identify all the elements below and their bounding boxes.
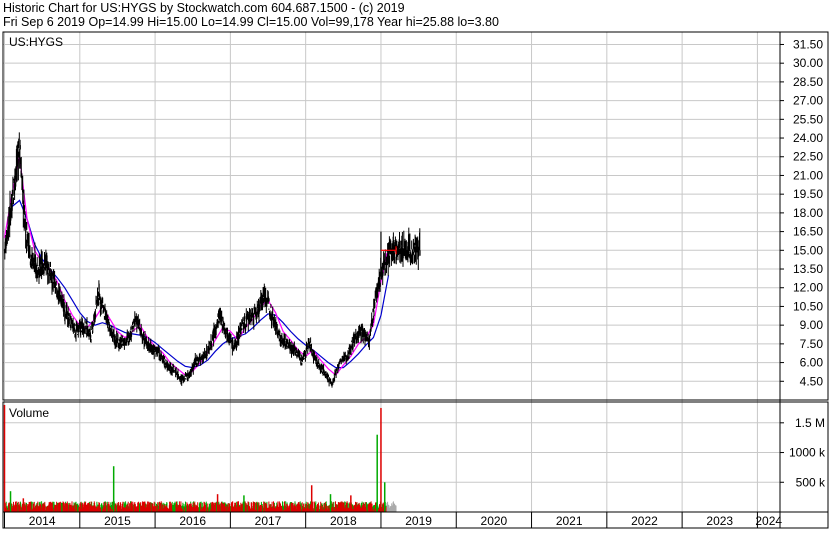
price-tick-label: 15.00 [793, 243, 823, 257]
moving-average-short-line [3, 156, 388, 376]
year-tick-label: 2023 [706, 514, 733, 528]
price-tick-label: 25.50 [793, 112, 823, 126]
price-tick-label: 10.50 [793, 299, 823, 313]
chart-frame [2, 31, 829, 529]
moving-average-short [3, 156, 388, 376]
price-tick-label: 31.50 [793, 37, 823, 51]
moving-average-long [11, 199, 390, 369]
price-tick-label: 24.00 [793, 131, 823, 145]
price-tick-label: 4.50 [800, 374, 824, 388]
year-tick-label: 2019 [405, 514, 432, 528]
axis-labels: 4.50 6.00 7.50 9.00 10.50 12.00 13.50 15.00 16.5… [9, 35, 826, 528]
volume-bars-recent [386, 501, 397, 512]
price-bars [4, 132, 421, 388]
price-tick-label: 19.50 [793, 187, 823, 201]
year-tick-label: 2014 [29, 514, 56, 528]
volume-tick-label: 500 k [796, 475, 826, 489]
price-series [4, 132, 421, 388]
year-tick-label: 2015 [104, 514, 131, 528]
year-tick-label: 2022 [631, 514, 658, 528]
price-tick-label: 6.00 [800, 356, 824, 370]
year-tick-label: 2021 [556, 514, 583, 528]
price-tick-label: 9.00 [800, 318, 824, 332]
price-tick-label: 30.00 [793, 56, 823, 70]
price-tick-label: 16.50 [793, 225, 823, 239]
price-tick-label: 12.00 [793, 281, 823, 295]
price-tick-label: 27.00 [793, 94, 823, 108]
price-tick-label: 22.50 [793, 150, 823, 164]
year-tick-label: 2016 [179, 514, 206, 528]
moving-average-long-line [11, 199, 390, 369]
price-tick-label: 7.50 [800, 337, 824, 351]
chart-grid [3, 32, 784, 528]
volume-tick-label: 1.5 M [795, 416, 825, 430]
volume-bars [3, 404, 397, 512]
year-tick-label: 2024 [755, 514, 782, 528]
price-tick-label: 18.00 [793, 206, 823, 220]
year-tick-label: 2020 [481, 514, 508, 528]
price-tick-label: 13.50 [793, 262, 823, 276]
price-tick-label: 28.50 [793, 75, 823, 89]
price-panel-title: US:HYGS [9, 35, 63, 49]
year-tick-label: 2017 [255, 514, 282, 528]
volume-tick-label: 1000 k [789, 446, 826, 460]
stock-chart: 4.50 6.00 7.50 9.00 10.50 12.00 13.50 15.00 16.5… [2, 31, 829, 529]
volume-panel-title: Volume [9, 406, 49, 420]
price-tick-label: 21.00 [793, 168, 823, 182]
year-tick-label: 2018 [330, 514, 357, 528]
volume-panel-frame [2, 401, 829, 513]
